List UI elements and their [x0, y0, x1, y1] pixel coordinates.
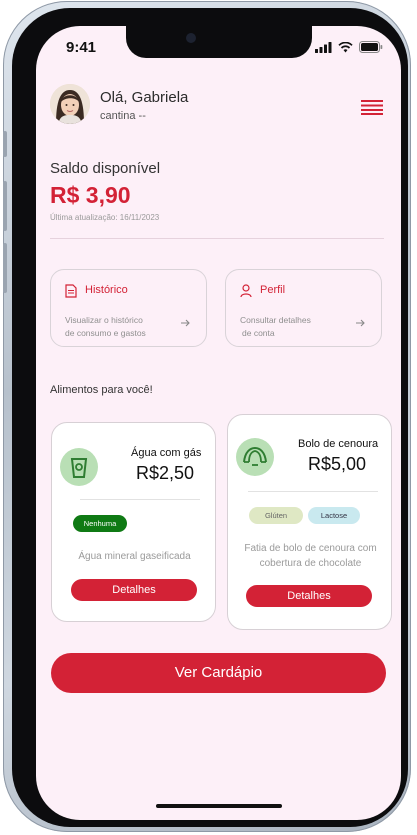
profile-card[interactable]: Perfil Consultar detalhes de conta [225, 269, 382, 347]
food-description: Fatia de bolo de cenoura com cobertura d… [244, 543, 377, 569]
food-price: R$2,50 [136, 463, 195, 483]
croissant-icon [243, 446, 267, 466]
divider [50, 238, 384, 239]
food-description: Água mineral gaseificada [78, 551, 191, 562]
cantina-label: cantina -- [100, 110, 146, 122]
battery-icon [359, 41, 383, 53]
tag-gluten: Glúten [249, 507, 303, 524]
profile-title: Perfil [260, 284, 286, 296]
volume-up-button [3, 181, 7, 231]
avatar-photo [50, 84, 90, 124]
food-card: Bolo de cenoura R$5,00 Glúten Lactose Fa… [227, 414, 392, 630]
avatar[interactable] [50, 84, 90, 124]
status-icons [315, 41, 383, 53]
divider [248, 491, 378, 492]
balance-label: Saldo disponível [50, 160, 161, 177]
user-icon [240, 284, 252, 298]
food-name: Bolo de cenoura [298, 438, 379, 450]
food-icon-circle [60, 448, 98, 486]
balance-updated: Última atualização: 16/11/2023 [50, 213, 160, 222]
food-name: Água com gás [131, 447, 202, 459]
tag-lactose: Lactose [308, 507, 360, 524]
home-indicator[interactable] [156, 804, 282, 808]
arrow-right-icon [356, 319, 365, 327]
tag-nenhuma: Nenhuma [73, 515, 127, 532]
signal-icon [315, 41, 332, 53]
history-description: Visualizar o histórico de consumo e gast… [65, 315, 146, 338]
history-card[interactable]: Histórico Visualizar o histórico de cons… [50, 269, 207, 347]
cup-icon [70, 458, 88, 478]
app-screen: 9:41 Olá, Gabriela cantina -- Saldo disp… [36, 26, 401, 820]
history-title: Histórico [85, 284, 128, 296]
balance-value: R$ 3,90 [50, 182, 131, 208]
details-button[interactable]: Detalhes [246, 585, 372, 607]
document-icon [65, 284, 77, 298]
wifi-icon [338, 41, 353, 52]
status-time: 9:41 [66, 39, 97, 56]
food-card: Água com gás R$2,50 Nenhuma Água mineral… [51, 422, 216, 622]
greeting: Olá, Gabriela [100, 89, 189, 106]
camera-icon [186, 33, 196, 43]
details-button[interactable]: Detalhes [71, 579, 197, 601]
foods-section-title: Alimentos para você! [50, 384, 153, 396]
arrow-right-icon [181, 319, 190, 327]
food-price: R$5,00 [308, 454, 367, 474]
food-icon-circle [236, 438, 274, 476]
phone-frame: 9:41 Olá, Gabriela cantina -- Saldo disp… [3, 1, 411, 832]
view-menu-button[interactable]: Ver Cardápio [51, 653, 386, 693]
hamburger-menu-icon[interactable] [361, 99, 383, 115]
profile-description: Consultar detalhes de conta [240, 315, 311, 338]
volume-down-button [3, 243, 7, 293]
notch [126, 26, 312, 58]
phone-bezel: 9:41 Olá, Gabriela cantina -- Saldo disp… [12, 8, 408, 827]
mute-switch [3, 131, 7, 157]
divider [80, 499, 200, 500]
